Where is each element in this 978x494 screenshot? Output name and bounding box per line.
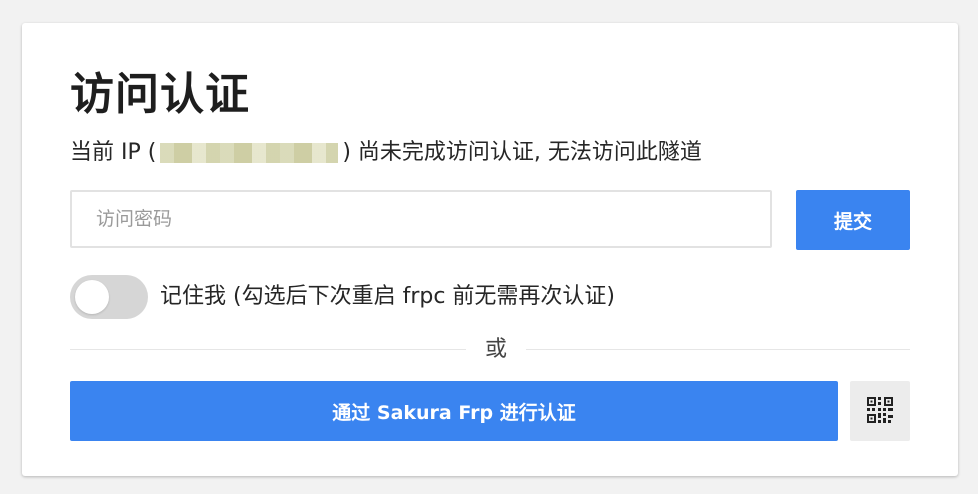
qrcode-button[interactable] — [850, 381, 910, 441]
divider-or-text: 或 — [484, 337, 507, 362]
ip-status-text: 当前 IP ( ) 尚未完成访问认证, 无法访问此隧道 — [70, 137, 702, 169]
submit-button[interactable]: 提交 — [796, 190, 910, 250]
page-title: 访问认证 — [70, 69, 250, 120]
remember-me-toggle[interactable] — [70, 275, 148, 319]
auth-card: 访问认证 当前 IP ( ) 尚未完成访问认证, 无法访问此隧道 提交 记住我 … — [22, 23, 958, 476]
divider-left — [70, 349, 466, 350]
ip-redacted-mask — [160, 143, 339, 163]
qrcode-icon — [866, 396, 894, 427]
toggle-knob — [75, 280, 109, 314]
divider-right — [526, 349, 910, 350]
ip-prefix: 当前 IP ( — [70, 140, 157, 165]
password-input[interactable] — [70, 190, 772, 248]
ip-suffix: ) 尚未完成访问认证, 无法访问此隧道 — [342, 140, 702, 165]
sakura-frp-auth-button[interactable]: 通过 Sakura Frp 进行认证 — [70, 381, 838, 441]
remember-me-label: 记住我 (勾选后下次重启 frpc 前无需再次认证) — [160, 284, 615, 309]
